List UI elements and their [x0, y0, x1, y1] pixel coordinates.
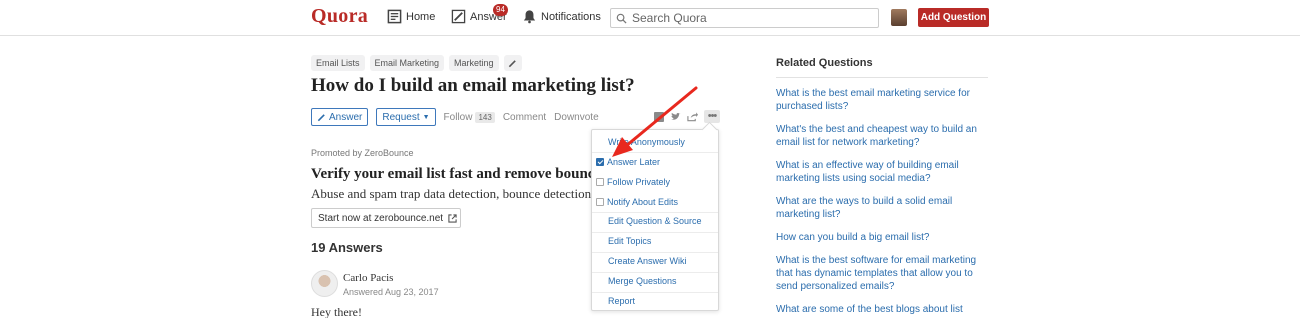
author-name[interactable]: Carlo Pacis: [343, 272, 393, 284]
follow-label: Follow: [443, 111, 473, 123]
related-question-link[interactable]: What's the best and cheapest way to buil…: [776, 123, 991, 149]
answered-date[interactable]: Answered Aug 23, 2017: [343, 287, 439, 297]
topic-chip[interactable]: Marketing: [449, 55, 499, 71]
follow-count: 143: [475, 111, 495, 123]
related-question-link[interactable]: What is an effective way of building ema…: [776, 159, 991, 185]
topic-chip[interactable]: Email Marketing: [369, 55, 445, 71]
menu-item-create-answer-wiki[interactable]: Create Answer Wiki: [592, 251, 718, 271]
related-questions-list: What is the best email marketing service…: [776, 87, 991, 318]
related-question-link[interactable]: What is the best email marketing service…: [776, 87, 991, 113]
menu-item-label: Follow Privately: [607, 177, 671, 187]
request-button[interactable]: Request ▼: [376, 108, 436, 126]
menu-item-label: Edit Question & Source: [608, 216, 702, 226]
search-field[interactable]: [610, 8, 879, 28]
topic-chip[interactable]: Email Lists: [311, 55, 365, 71]
menu-item-merge-questions[interactable]: Merge Questions: [592, 271, 718, 291]
nav-notifications[interactable]: Notifications: [522, 9, 601, 24]
related-question-link[interactable]: What is the best software for email mark…: [776, 254, 991, 293]
nav-home-label: Home: [406, 10, 436, 23]
search-icon: [616, 13, 627, 24]
menu-item-label: Notify About Edits: [607, 197, 679, 207]
related-question-link[interactable]: What are the ways to build a solid email…: [776, 195, 991, 221]
comment-button[interactable]: Comment: [503, 112, 546, 123]
more-options-button[interactable]: •••: [704, 110, 720, 123]
menu-item-label: Edit Topics: [608, 236, 652, 246]
chevron-down-icon: ▼: [422, 113, 430, 121]
follow-button[interactable]: Follow 143: [443, 111, 495, 123]
add-question-button[interactable]: Add Question: [918, 8, 989, 27]
home-icon: [387, 9, 402, 24]
related-question-link[interactable]: How can you build a big email list?: [776, 231, 991, 244]
answer-button-label: Answer: [329, 111, 363, 123]
annotation-arrow-icon: [612, 86, 698, 157]
promo-cta-label: Start now at zerobounce.net: [318, 212, 444, 224]
nav-answer[interactable]: Answer 94: [451, 4, 508, 24]
menu-item-label: Create Answer Wiki: [608, 256, 687, 266]
promoted-label: Promoted by ZeroBounce: [311, 148, 414, 158]
pencil-icon: [317, 113, 325, 121]
answer-count-badge: 94: [493, 4, 508, 16]
menu-item-label: Report: [608, 296, 636, 306]
related-questions-title: Related Questions: [776, 57, 988, 78]
checkbox[interactable]: [596, 178, 604, 186]
downvote-button[interactable]: Downvote: [554, 112, 598, 123]
promo-title[interactable]: Verify your email list fast and remove b…: [311, 166, 596, 183]
bell-icon: [523, 10, 536, 24]
pencil-icon: [451, 9, 466, 24]
answer-button[interactable]: Answer: [311, 108, 369, 126]
topic-list: Email Lists Email Marketing Marketing: [311, 55, 522, 71]
promo-description: Abuse and spam trap data detection, boun…: [311, 186, 596, 201]
question-action-bar: Answer Request ▼ Follow 143 Comment Down…: [311, 108, 599, 126]
menu-item-edit-topics[interactable]: Edit Topics: [592, 231, 718, 251]
related-question-link[interactable]: What are some of the best blogs about li…: [776, 303, 991, 316]
menu-item-notify-about-edits[interactable]: Notify About Edits: [592, 192, 718, 212]
nav-home[interactable]: Home: [387, 9, 435, 24]
user-avatar[interactable]: [891, 9, 907, 26]
answer-text: Hey there!: [311, 305, 362, 318]
answers-count: 19 Answers: [311, 240, 383, 255]
edit-topics-button[interactable]: [503, 55, 522, 71]
checkbox[interactable]: [596, 198, 604, 206]
external-link-icon: [448, 213, 457, 223]
top-navbar: Quora Home Answer 94 Notifications Searc…: [0, 0, 1300, 36]
menu-item-edit-question[interactable]: Edit Question & Source: [592, 211, 718, 231]
menu-item-report[interactable]: Report: [592, 291, 718, 311]
menu-item-follow-privately[interactable]: Follow Privately: [592, 172, 718, 192]
request-button-label: Request: [382, 111, 420, 123]
nav-notifications-label: Notifications: [541, 10, 601, 23]
promo-cta-button[interactable]: Start now at zerobounce.net: [311, 208, 461, 228]
pencil-icon: [508, 59, 516, 67]
search-input[interactable]: [632, 11, 872, 25]
question-title: How do I build an email marketing list?: [311, 75, 635, 96]
author-avatar[interactable]: [311, 270, 338, 297]
menu-item-label: Merge Questions: [608, 276, 677, 286]
quora-logo[interactable]: Quora: [311, 5, 368, 28]
